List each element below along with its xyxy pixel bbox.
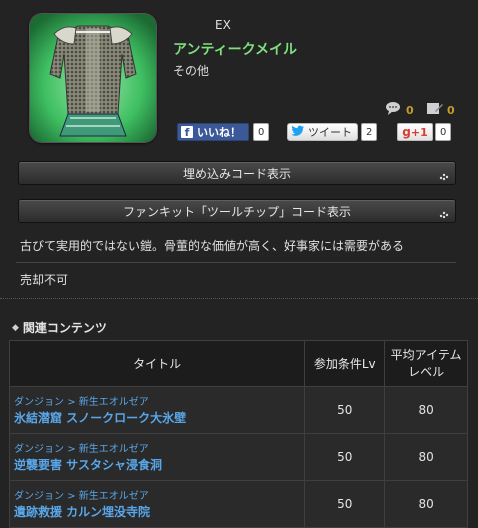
breadcrumb-separator: > — [67, 443, 76, 455]
diamond-icon: ◆ — [12, 322, 19, 333]
item-name: アンティークメイル — [173, 42, 298, 58]
table-row: ダンジョン > 新生エオルゼア 遺跡救援 カルン埋没寺院 50 80 — [8, 480, 468, 528]
expand-icon — [439, 170, 449, 181]
fankit-label: ファンキット「ツールチップ」コード表示 — [122, 204, 351, 219]
embed-code-button[interactable]: 埋め込みコード表示 — [18, 161, 456, 185]
dungeon-cell: ダンジョン > 新生エオルゼア 遺跡救援 カルン埋没寺院 — [8, 480, 306, 528]
gplus-label: +1 — [410, 125, 428, 139]
dungeon-cell: ダンジョン > 新生エオルゼア 氷結潜窟 スノークローク大氷壁 — [8, 386, 306, 434]
gplus-button[interactable]: g +1 — [397, 123, 433, 141]
item-description: 古びて実用的ではない鎧。骨董的な価値が高く、好事家には需要がある — [20, 239, 405, 253]
facebook-like-button[interactable]: f いいね！ — [177, 123, 249, 141]
required-level: 50 — [304, 480, 386, 528]
comment-counter[interactable]: 0 — [385, 101, 414, 119]
required-level: 50 — [304, 433, 386, 481]
twitter-icon — [291, 125, 305, 139]
related-content-heading: ◆ 関連コンテンツ — [12, 319, 107, 336]
table-row: ダンジョン > 新生エオルゼア 逆襲要害 サスタシャ浸食洞 50 80 — [8, 433, 468, 481]
sell-status: 売却不可 — [20, 273, 69, 287]
average-item-level: 80 — [384, 386, 468, 434]
dungeon-link[interactable]: 逆襲要害 サスタシャ浸食洞 — [14, 457, 303, 473]
item-category: その他 — [173, 64, 210, 78]
dungeon-link[interactable]: 氷結潜窟 スノークローク大氷壁 — [14, 410, 303, 426]
edit-icon — [426, 101, 444, 119]
breadcrumb-separator: > — [67, 396, 76, 408]
average-item-level: 80 — [384, 433, 468, 481]
tweet-count: 2 — [361, 123, 378, 141]
required-level: 50 — [304, 386, 386, 434]
region-link[interactable]: 新生エオルゼア — [79, 491, 149, 502]
content-type-link[interactable]: ダンジョン — [14, 491, 64, 502]
edit-count: 0 — [447, 103, 455, 117]
column-title: タイトル — [8, 340, 306, 387]
table-header-row: タイトル 参加条件Lv 平均アイテム レベル — [8, 340, 468, 387]
gplus-icon: g — [402, 125, 411, 139]
item-tag: EX — [215, 18, 231, 32]
column-item-level: 平均アイテム レベル — [384, 340, 468, 387]
embed-label: 埋め込みコード表示 — [182, 166, 291, 181]
tweet-button[interactable]: ツイート — [287, 123, 358, 141]
comment-count: 0 — [406, 103, 414, 117]
edit-counter[interactable]: 0 — [426, 101, 455, 119]
column-level: 参加条件Lv — [304, 340, 386, 387]
related-heading-label: 関連コンテンツ — [22, 321, 107, 335]
facebook-icon: f — [181, 126, 193, 139]
comment-icon — [385, 101, 403, 119]
item-icon — [30, 14, 156, 142]
breadcrumb-separator: > — [67, 490, 76, 502]
dungeon-link[interactable]: 遺跡救援 カルン埋没寺院 — [14, 504, 303, 520]
average-item-level: 80 — [384, 480, 468, 528]
gplus-count: 0 — [435, 123, 452, 141]
region-link[interactable]: 新生エオルゼア — [79, 444, 149, 455]
like-label: いいね！ — [197, 126, 241, 139]
dungeon-cell: ダンジョン > 新生エオルゼア 逆襲要害 サスタシャ浸食洞 — [8, 433, 306, 481]
tweet-label: ツイート — [308, 126, 352, 139]
divider — [16, 262, 456, 263]
content-type-link[interactable]: ダンジョン — [14, 397, 64, 408]
related-content-table: タイトル 参加条件Lv 平均アイテム レベル ダンジョン > 新生エオルゼア 氷… — [8, 340, 468, 528]
table-row: ダンジョン > 新生エオルゼア 氷結潜窟 スノークローク大氷壁 50 80 — [8, 386, 468, 434]
fankit-code-button[interactable]: ファンキット「ツールチップ」コード表示 — [18, 199, 456, 223]
like-count: 0 — [253, 123, 270, 141]
expand-icon — [439, 208, 449, 219]
region-link[interactable]: 新生エオルゼア — [79, 397, 149, 408]
section-divider — [0, 298, 478, 299]
content-type-link[interactable]: ダンジョン — [14, 444, 64, 455]
